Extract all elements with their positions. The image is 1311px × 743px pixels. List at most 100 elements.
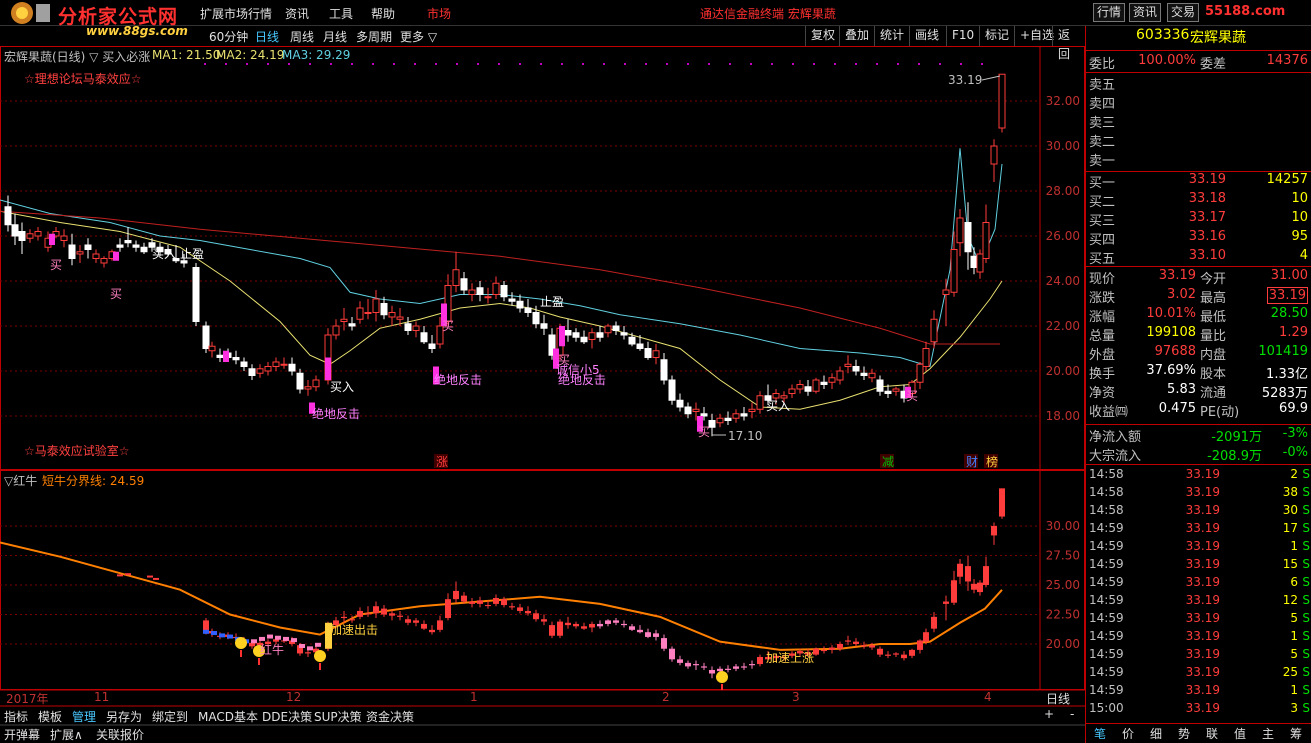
chart-header: 宏辉果蔬(日线) ▽ 买入必涨	[4, 50, 151, 64]
sell-level[interactable]: 卖五	[1086, 74, 1311, 93]
f10-button[interactable]: F10	[946, 26, 979, 46]
sell-level[interactable]: 卖二	[1086, 131, 1311, 150]
buy-level-volume: 14257	[1266, 172, 1308, 187]
news-window-button[interactable]: 资讯	[1129, 3, 1162, 22]
signal-dot	[918, 63, 920, 65]
tab-weekly[interactable]: 周线	[290, 28, 314, 45]
adjust-button[interactable]: 复权	[805, 26, 840, 46]
candle-body	[916, 363, 924, 383]
quote-tab[interactable]: 筹	[1290, 725, 1302, 742]
tick-volume: 38	[1282, 485, 1298, 499]
indicator-name[interactable]: ▽红牛	[4, 472, 37, 489]
indicator-bar	[829, 647, 835, 650]
quote-tab[interactable]: 联	[1206, 725, 1218, 742]
indicator-canvas[interactable]: 30.00 27.50 25.00 22.50 20.00 红牛 加速出击加速上涨	[0, 470, 1085, 690]
candle-body	[950, 249, 958, 293]
buy-level[interactable]: 买四 33.16 95	[1086, 229, 1311, 248]
candle-body	[304, 386, 312, 390]
indicator-bar	[909, 649, 915, 656]
candle-body	[380, 303, 388, 316]
indicator-tab[interactable]: SUP决策	[314, 708, 362, 725]
buy-level[interactable]: 买一 33.19 14257	[1086, 172, 1311, 191]
indicator-bar	[445, 599, 451, 619]
indicator-tab[interactable]: 另存为	[106, 708, 142, 725]
buy-level[interactable]: 买二 33.18 10	[1086, 191, 1311, 210]
tab-multi-period[interactable]: 多周期	[356, 28, 392, 45]
quote-tab[interactable]: 价	[1122, 725, 1134, 742]
indicator-bar	[453, 590, 459, 600]
quote-tab[interactable]: 势	[1178, 725, 1190, 742]
back-button[interactable]: 返回	[1052, 26, 1085, 61]
buy-level-label: 买四	[1089, 233, 1116, 248]
signal-candle	[325, 357, 331, 380]
period-label: 日线	[1046, 692, 1071, 706]
tick-side: S	[1302, 557, 1310, 571]
tick-side: S	[1302, 593, 1310, 607]
menu-help[interactable]: 帮助	[371, 5, 395, 22]
menu-market[interactable]: 市场	[427, 5, 451, 22]
tab-more[interactable]: 更多 ▽	[400, 28, 437, 45]
menu-ext-market[interactable]: 扩展市场行情	[200, 5, 272, 22]
candle-body	[452, 269, 460, 286]
indicator-bar	[629, 626, 635, 630]
indicator-tab[interactable]: 指标	[4, 708, 28, 725]
trade-window-button[interactable]: 交易	[1167, 3, 1200, 22]
candle-body	[332, 325, 340, 336]
indicator-tab[interactable]: 管理	[72, 708, 96, 725]
menu-news[interactable]: 资讯	[285, 5, 309, 22]
candle-body	[312, 379, 320, 388]
tab-daily[interactable]: 日线	[255, 28, 279, 45]
quote-tab[interactable]: 主	[1262, 725, 1274, 742]
extension-tab[interactable]: 扩展∧	[50, 726, 83, 743]
signal-dot	[309, 63, 311, 65]
flow-label: 大宗流入	[1089, 449, 1142, 464]
stat-label: 股本	[1200, 367, 1227, 382]
indicator-tab[interactable]: 资金决策	[366, 708, 414, 725]
sell-level[interactable]: 卖一	[1086, 150, 1311, 169]
event-tag: 财	[966, 455, 978, 469]
extension-tab[interactable]: 关联报价	[96, 726, 144, 743]
indicator-bar	[821, 649, 827, 652]
menu-tools[interactable]: 工具	[329, 5, 353, 22]
signal-dot	[582, 63, 584, 65]
indicator-bar-blue	[211, 631, 217, 636]
draw-button[interactable]: 画线	[909, 26, 944, 46]
buy-level[interactable]: 买三 33.17 10	[1086, 210, 1311, 229]
mark-button[interactable]: 标记	[979, 26, 1014, 46]
candle-body	[26, 233, 34, 239]
quote-window-button[interactable]: 行情	[1093, 3, 1126, 22]
candle-body	[982, 222, 990, 259]
candle-body	[492, 282, 500, 295]
indicator-bar	[977, 582, 983, 593]
indicator-tab[interactable]: DDE决策	[262, 708, 312, 725]
buy-level-label: 买二	[1089, 195, 1116, 210]
zoom-out-button[interactable]: -	[1070, 707, 1074, 721]
stat-value: 199108	[1146, 325, 1196, 340]
main-chart-canvas[interactable]: 32.00 30.00 28.00 26.00 24.00 22.00 20.00 18.00…	[0, 46, 1085, 470]
tab-60min[interactable]: 60分钟	[209, 28, 248, 45]
tick-side: S	[1302, 647, 1310, 661]
overlay-button[interactable]: 叠加	[839, 26, 874, 46]
quote-tab[interactable]: 细	[1150, 725, 1162, 742]
indicator-bar	[541, 619, 547, 622]
quote-tab[interactable]: 笔	[1094, 725, 1106, 742]
indicator-tab[interactable]: 绑定到	[152, 708, 188, 725]
signal-annotation: 买	[698, 425, 710, 439]
tab-monthly[interactable]: 月线	[323, 28, 347, 45]
indicator-tab[interactable]: MACD基本	[198, 708, 258, 725]
stats-button[interactable]: 统计	[874, 26, 909, 46]
stock-code: 603336	[1136, 27, 1190, 43]
candle-body	[676, 399, 684, 408]
quote-tab[interactable]: 值	[1234, 725, 1246, 742]
signal-dot	[393, 63, 395, 65]
indicator-tab[interactable]: 模板	[38, 708, 62, 725]
zoom-in-button[interactable]: +	[1044, 707, 1054, 721]
buy-level[interactable]: 买五 33.10 4	[1086, 248, 1311, 267]
main-kline-chart[interactable]: 32.00 30.00 28.00 26.00 24.00 22.00 20.00 18.00…	[0, 46, 1085, 470]
tick-side: S	[1302, 665, 1310, 679]
sell-level[interactable]: 卖三	[1086, 112, 1311, 131]
sell-level[interactable]: 卖四	[1086, 93, 1311, 112]
candle-body	[92, 253, 100, 259]
extension-tab[interactable]: 开弹幕	[4, 726, 40, 743]
indicator-chart[interactable]: 30.00 27.50 25.00 22.50 20.00 红牛 加速出击 加速上涨 ▽红牛…	[0, 470, 1085, 690]
